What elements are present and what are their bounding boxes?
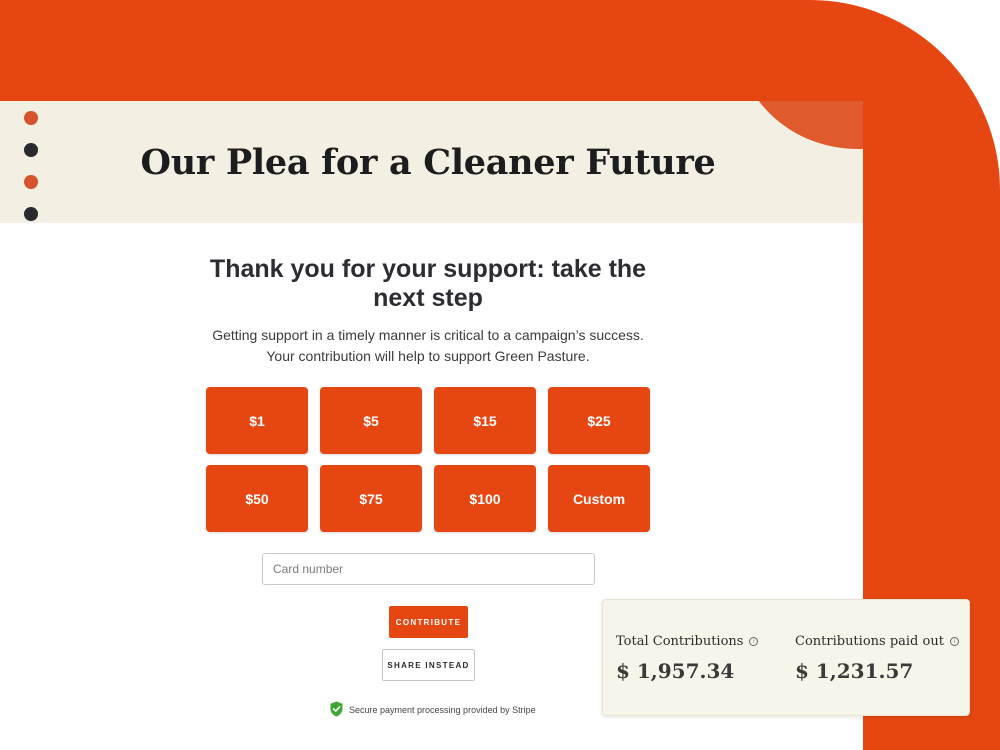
total-contributions-value: $ 1,957.34: [616, 659, 735, 683]
contributions-summary: Total Contributions i $ 1,957.34 Contrib…: [602, 599, 970, 716]
info-icon[interactable]: i: [749, 637, 759, 646]
support-description: Getting support in a timely manner is cr…: [190, 325, 666, 367]
amount-button-15[interactable]: $15: [434, 387, 536, 454]
support-description-line-2: Your contribution will help to support G…: [266, 348, 590, 364]
support-description-line-1: Getting support in a timely manner is cr…: [212, 327, 644, 343]
contributions-paid-out-stat: Contributions paid out i $ 1,231.57: [795, 634, 959, 683]
amount-button-custom[interactable]: Custom: [548, 465, 650, 532]
contributions-paid-out-label: Contributions paid out: [795, 634, 944, 649]
campaign-banner: Our Plea for a Cleaner Future: [0, 101, 863, 223]
amount-button-25[interactable]: $25: [548, 387, 650, 454]
amount-options: $1 $5 $15 $25 $50 $75 $100 Custom: [206, 387, 650, 532]
secure-payment-text: Secure payment processing provided by St…: [349, 705, 536, 715]
amount-button-75[interactable]: $75: [320, 465, 422, 532]
amount-button-50[interactable]: $50: [206, 465, 308, 532]
secure-payment-note: Secure payment processing provided by St…: [330, 701, 536, 719]
decorative-dot: [24, 207, 38, 221]
share-instead-button[interactable]: SHARE INSTEAD: [382, 649, 475, 681]
page-title: Our Plea for a Cleaner Future: [140, 141, 716, 183]
thank-you-heading: Thank you for your support: take the nex…: [209, 255, 647, 312]
decorative-dot: [24, 175, 38, 189]
shield-check-icon: [330, 701, 343, 719]
amount-button-100[interactable]: $100: [434, 465, 536, 532]
info-icon[interactable]: i: [949, 637, 959, 646]
contributions-paid-out-value: $ 1,231.57: [795, 659, 914, 683]
decorative-dot: [24, 143, 38, 157]
contribute-button[interactable]: CONTRIBUTE: [389, 606, 468, 638]
total-contributions-stat: Total Contributions i $ 1,957.34: [616, 634, 759, 683]
amount-button-1[interactable]: $1: [206, 387, 308, 454]
amount-button-5[interactable]: $5: [320, 387, 422, 454]
card-number-input[interactable]: [262, 553, 595, 585]
total-contributions-label: Total Contributions: [616, 634, 744, 649]
decorative-dot: [24, 111, 38, 125]
